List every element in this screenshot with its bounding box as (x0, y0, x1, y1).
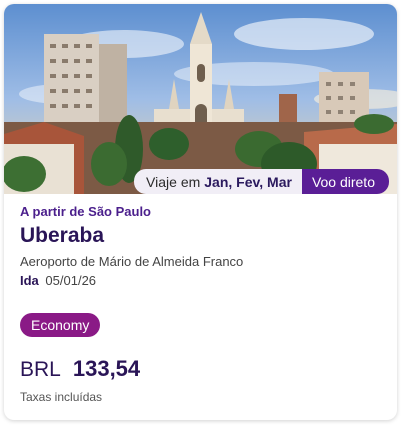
destination-title: Uberaba (20, 224, 105, 247)
departure-date: Ida 05/01/26 (20, 273, 385, 288)
departure-date-label: Ida (20, 273, 39, 288)
flight-offer-card[interactable]: Viaje em Jan, Fev, Mar Voo direto A part… (4, 4, 397, 420)
destination-photo (4, 4, 397, 194)
travel-months-prefix: Viaje em (146, 173, 201, 190)
cabin-class-badge: Economy (20, 313, 101, 337)
travel-tags: Viaje em Jan, Fev, Mar Voo direto (134, 169, 389, 194)
travel-months-value: Jan, Fev, Mar (204, 173, 292, 190)
offer-details: A partir de São Paulo Uberaba Aeroporto … (20, 204, 385, 288)
departure-date-value: 05/01/26 (45, 273, 97, 288)
taxes-note: Taxas incluídas (20, 390, 103, 404)
price: BRL 133,54 (20, 356, 140, 382)
travel-months-tag: Viaje em Jan, Fev, Mar (134, 169, 302, 194)
origin-label: A partir de São Paulo (20, 204, 151, 219)
price-amount: 133,54 (72, 356, 141, 381)
price-currency: BRL (20, 358, 61, 381)
airport-name: Aeroporto de Mário de Almeida Franco (20, 254, 244, 269)
direct-flight-tag: Voo direto (301, 169, 389, 194)
